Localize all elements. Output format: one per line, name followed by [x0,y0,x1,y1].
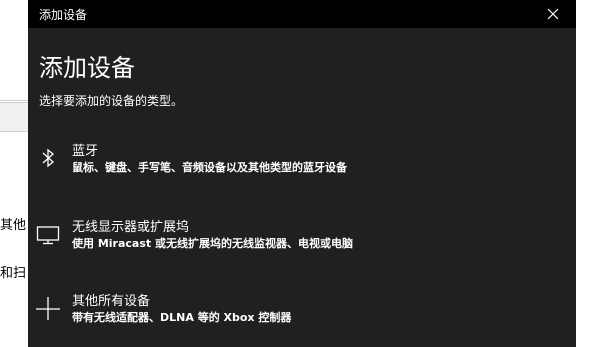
background-text-2: 和扫 [0,266,27,281]
plus-icon [36,296,60,321]
option-wireless-display[interactable]: 无线显示器或扩展坞 使用 Miracast 或无线扩展坞的无线监视器、电视或电脑 [28,216,576,272]
dialog-subtitle: 选择要添加的设备的类型。 [39,94,184,108]
title-bar: 添加设备 [28,0,576,28]
background-text-1: 其他 [0,218,27,233]
option-bluetooth-label: 蓝牙 [72,144,99,159]
option-bluetooth[interactable]: 蓝牙 鼠标、键盘、手写笔、音频设备以及其他类型的蓝牙设备 [28,140,576,196]
background-divider [0,100,28,101]
close-icon [547,8,559,20]
option-wireless-display-description: 使用 Miracast 或无线扩展坞的无线监视器、电视或电脑 [72,237,353,250]
background-input-box [0,102,28,132]
option-wireless-display-label: 无线显示器或扩展坞 [72,220,190,235]
option-other-devices-description: 带有无线适配器、DLNA 等的 Xbox 控制器 [72,311,292,324]
window-title: 添加设备 [39,8,88,22]
bluetooth-icon [36,146,60,170]
option-other-devices-label: 其他所有设备 [72,294,151,309]
option-bluetooth-description: 鼠标、键盘、手写笔、音频设备以及其他类型的蓝牙设备 [72,161,347,174]
close-button[interactable] [530,0,576,28]
monitor-icon [36,222,60,246]
add-device-dialog: 添加设备 添加设备 选择要添加的设备的类型。 蓝牙 鼠标、键盘、手写笔、音频设备… [28,0,576,347]
dialog-heading: 添加设备 [39,54,135,82]
option-other-devices[interactable]: 其他所有设备 带有无线适配器、DLNA 等的 Xbox 控制器 [28,290,576,346]
